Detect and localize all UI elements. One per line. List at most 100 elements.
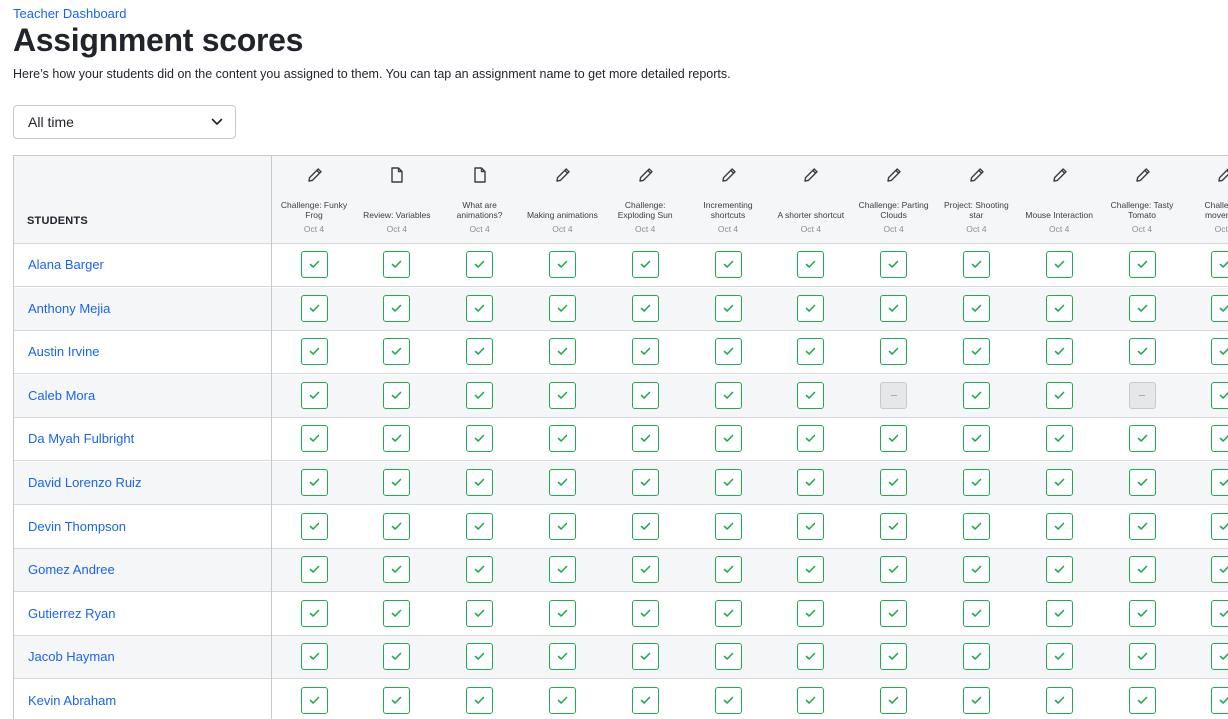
score-cell-complete[interactable] [466,294,494,322]
score-cell-complete[interactable] [880,599,908,627]
score-cell-complete[interactable] [1045,556,1073,584]
score-cell-complete[interactable] [466,643,494,671]
score-cell-complete[interactable] [1128,338,1156,366]
score-cell-complete[interactable] [1128,556,1156,584]
score-cell-complete[interactable] [1128,687,1156,714]
score-cell-complete[interactable] [300,338,328,366]
score-cell-complete[interactable] [466,556,494,584]
score-cell-complete[interactable] [383,687,411,714]
student-name-link[interactable]: Alana Barger [28,257,104,272]
student-name-link[interactable]: Caleb Mora [28,388,95,403]
score-cell-complete[interactable] [880,512,908,540]
score-cell-complete[interactable] [880,469,908,496]
score-cell-complete[interactable] [1045,338,1073,366]
score-cell-complete[interactable] [548,381,576,409]
score-cell-complete[interactable] [548,599,576,627]
assignment-column-header[interactable]: Challenge: Funky Frog Oct 4 [273,156,356,243]
student-name-link[interactable]: Da Myah Fulbright [28,431,134,446]
score-cell-complete[interactable] [466,687,494,714]
score-cell-complete[interactable] [631,381,659,409]
score-cell-complete[interactable] [714,643,742,671]
score-cell-complete[interactable] [548,687,576,714]
score-cell-complete[interactable] [714,425,742,453]
student-name-link[interactable]: Devin Thompson [28,519,126,534]
score-cell-complete[interactable] [1211,469,1228,496]
score-cell-complete[interactable] [1211,599,1228,627]
score-cell-complete[interactable] [383,643,411,671]
score-cell-complete[interactable] [548,425,576,453]
score-cell-complete[interactable] [1128,512,1156,540]
assignment-column-header[interactable]: Challenge: Exploding Sun Oct 4 [604,156,687,243]
score-cell-complete[interactable] [797,512,825,540]
score-cell-complete[interactable] [383,294,411,322]
score-cell-complete[interactable] [466,599,494,627]
score-cell-complete[interactable] [300,687,328,714]
score-cell-complete[interactable] [962,469,990,496]
score-cell-complete[interactable] [300,512,328,540]
assignment-column-header[interactable]: Challenge: Parting Clouds Oct 4 [852,156,935,243]
score-cell-complete[interactable] [1128,599,1156,627]
score-cell-complete[interactable] [300,294,328,322]
score-cell-complete[interactable] [1045,687,1073,714]
score-cell-complete[interactable] [1128,425,1156,453]
score-cell-complete[interactable] [962,599,990,627]
score-cell-complete[interactable] [962,425,990,453]
score-cell-complete[interactable] [797,643,825,671]
score-cell-complete[interactable] [1045,512,1073,540]
score-cell-complete[interactable] [1211,556,1228,584]
score-cell-complete[interactable] [466,512,494,540]
score-cell-complete[interactable] [631,425,659,453]
score-cell-complete[interactable] [1045,469,1073,496]
score-cell-complete[interactable] [880,294,908,322]
score-cell-complete[interactable] [383,381,411,409]
score-cell-complete[interactable] [1211,512,1228,540]
score-cell-complete[interactable] [383,512,411,540]
score-cell-complete[interactable] [300,251,328,278]
student-name-link[interactable]: Gomez Andree [28,562,115,577]
assignment-column-header[interactable]: A shorter shortcut Oct 4 [769,156,852,243]
score-cell-complete[interactable] [714,338,742,366]
score-cell-complete[interactable] [466,381,494,409]
score-cell-complete[interactable] [466,251,494,278]
score-cell-complete[interactable] [631,251,659,278]
score-cell-complete[interactable] [1128,469,1156,496]
score-cell-complete[interactable] [383,251,411,278]
score-cell-complete[interactable] [714,687,742,714]
score-cell-complete[interactable] [1045,643,1073,671]
score-cell-complete[interactable] [383,338,411,366]
score-cell-complete[interactable] [383,469,411,496]
score-cell-complete[interactable] [714,251,742,278]
score-cell-complete[interactable] [714,294,742,322]
assignment-column-header[interactable]: Challenge: movement Oct 4 [1183,156,1228,243]
score-cell-complete[interactable] [880,687,908,714]
score-cell-complete[interactable] [300,643,328,671]
score-cell-complete[interactable] [797,469,825,496]
score-cell-complete[interactable] [797,687,825,714]
student-name-link[interactable]: Kevin Abraham [28,693,116,708]
assignment-column-header[interactable]: Project: Shooting star Oct 4 [935,156,1018,243]
score-cell-complete[interactable] [880,251,908,278]
score-cell-complete[interactable] [1211,687,1228,714]
score-cell-complete[interactable] [1211,643,1228,671]
score-cell-complete[interactable] [714,469,742,496]
score-cell-complete[interactable] [714,599,742,627]
student-name-link[interactable]: Anthony Mejia [28,301,110,316]
score-cell-complete[interactable] [548,469,576,496]
score-cell-complete[interactable] [300,599,328,627]
score-cell-complete[interactable] [797,251,825,278]
score-cell-complete[interactable] [962,512,990,540]
score-cell-complete[interactable] [548,338,576,366]
score-cell-complete[interactable] [962,338,990,366]
assignment-column-header[interactable]: Incrementing shortcuts Oct 4 [687,156,770,243]
student-name-link[interactable]: Jacob Hayman [28,649,115,664]
score-cell-complete[interactable] [714,512,742,540]
score-cell-complete[interactable] [797,425,825,453]
score-cell-complete[interactable] [631,338,659,366]
student-name-link[interactable]: David Lorenzo Ruiz [28,475,141,490]
score-cell-complete[interactable] [1045,381,1073,409]
score-cell-complete[interactable] [548,512,576,540]
score-cell-complete[interactable] [962,294,990,322]
score-cell-complete[interactable] [714,381,742,409]
score-cell-complete[interactable] [631,687,659,714]
score-cell-complete[interactable] [880,556,908,584]
